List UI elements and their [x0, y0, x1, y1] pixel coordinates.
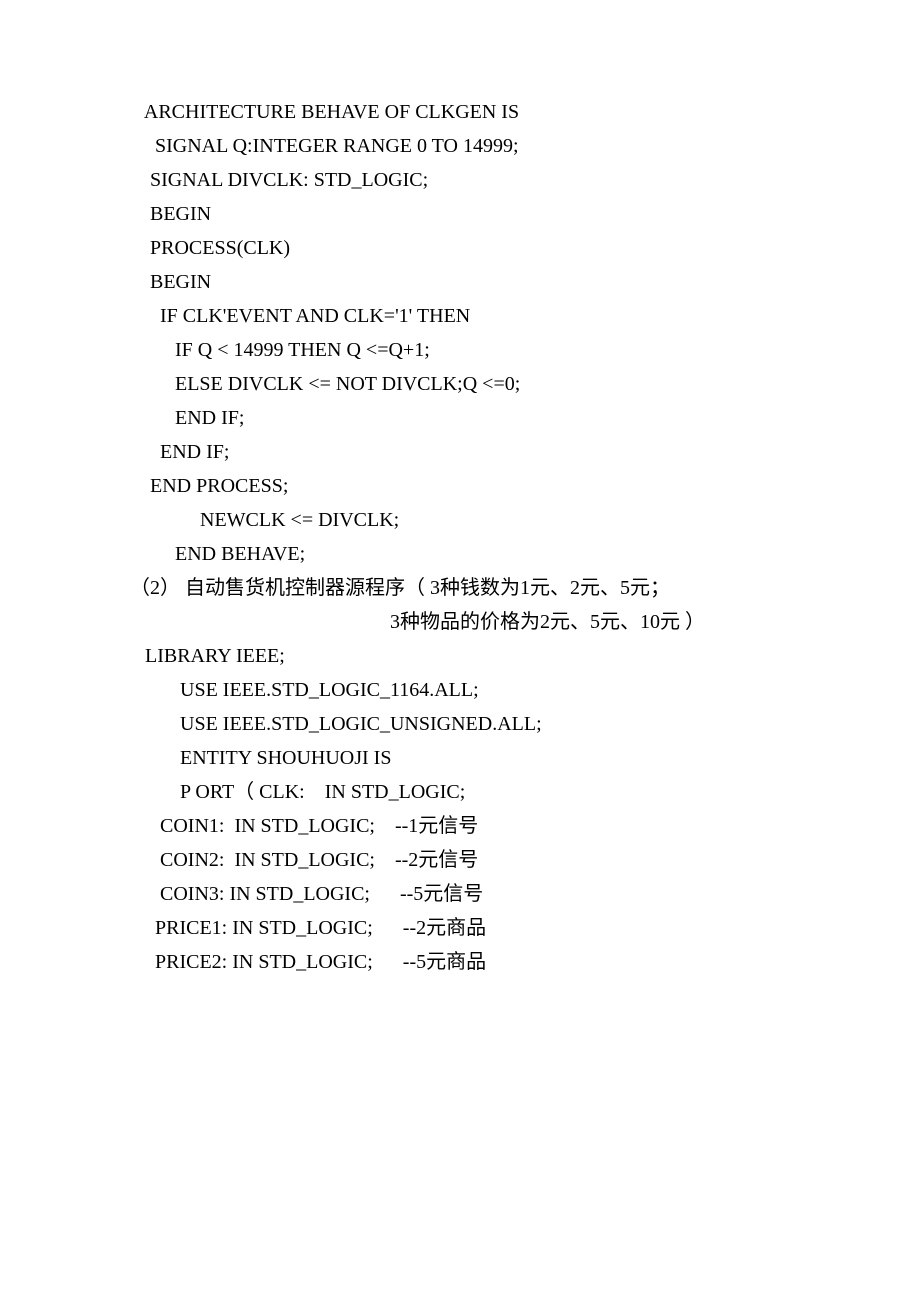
- code-line-12: NEWCLK <= DIVCLK;: [130, 503, 820, 537]
- code-line-15: 3种物品的价格为2元、5元、10元 ）: [130, 605, 820, 639]
- code-line-5: BEGIN: [130, 265, 820, 299]
- code-line-7: IF Q < 14999 THEN Q <=Q+1;: [130, 333, 820, 367]
- code-line-2: SIGNAL DIVCLK: STD_LOGIC;: [130, 163, 820, 197]
- code-line-14: （2） 自动售货机控制器源程序（ 3种钱数为1元、2元、5元；: [130, 571, 820, 605]
- code-line-6: IF CLK'EVENT AND CLK='1' THEN: [130, 299, 820, 333]
- code-line-24: PRICE1: IN STD_LOGIC; --2元商品: [130, 911, 820, 945]
- code-line-8: ELSE DIVCLK <= NOT DIVCLK;Q <=0;: [130, 367, 820, 401]
- code-block: ARCHITECTURE BEHAVE OF CLKGEN IS SIGNAL …: [130, 95, 820, 979]
- code-line-25: PRICE2: IN STD_LOGIC; --5元商品: [130, 945, 820, 979]
- code-line-11: END PROCESS;: [130, 469, 820, 503]
- code-line-22: COIN2: IN STD_LOGIC; --2元信号: [130, 843, 820, 877]
- code-line-9: END IF;: [130, 401, 820, 435]
- code-line-20: P ORT（ CLK: IN STD_LOGIC;: [130, 775, 820, 809]
- code-line-0: ARCHITECTURE BEHAVE OF CLKGEN IS: [130, 95, 820, 129]
- document-page: ARCHITECTURE BEHAVE OF CLKGEN IS SIGNAL …: [0, 0, 920, 1039]
- code-line-23: COIN3: IN STD_LOGIC; --5元信号: [130, 877, 820, 911]
- code-line-19: ENTITY SHOUHUOJI IS: [130, 741, 820, 775]
- code-line-16: LIBRARY IEEE;: [130, 639, 820, 673]
- code-line-10: END IF;: [130, 435, 820, 469]
- code-line-13: END BEHAVE;: [130, 537, 820, 571]
- code-line-1: SIGNAL Q:INTEGER RANGE 0 TO 14999;: [130, 129, 820, 163]
- code-line-21: COIN1: IN STD_LOGIC; --1元信号: [130, 809, 820, 843]
- code-line-3: BEGIN: [130, 197, 820, 231]
- code-line-18: USE IEEE.STD_LOGIC_UNSIGNED.ALL;: [130, 707, 820, 741]
- code-line-17: USE IEEE.STD_LOGIC_1164.ALL;: [130, 673, 820, 707]
- code-line-4: PROCESS(CLK): [130, 231, 820, 265]
